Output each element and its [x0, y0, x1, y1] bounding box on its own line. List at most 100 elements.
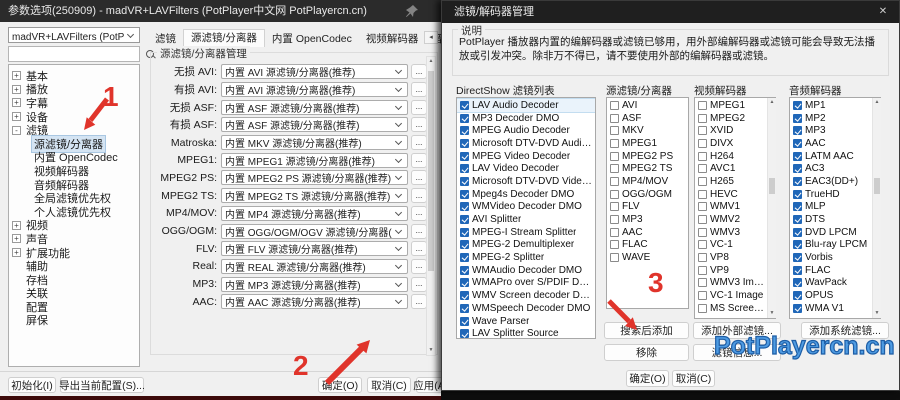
tree-expander-icon[interactable]: + — [12, 112, 21, 122]
scroll-thumb[interactable] — [769, 178, 775, 194]
list-item[interactable]: FLAC — [607, 239, 688, 252]
format-more-button[interactable]: ... — [411, 99, 427, 115]
format-more-button[interactable]: ... — [411, 135, 427, 151]
format-select[interactable]: 内置 REAL 源滤镜/分离器(推荐) — [221, 258, 408, 274]
tab-scroll-left-icon[interactable]: ◂ — [424, 31, 438, 44]
checkbox[interactable] — [460, 151, 469, 161]
checkbox[interactable] — [698, 253, 707, 263]
list-item[interactable]: TrueHD — [790, 188, 880, 201]
list-item[interactable]: AVI Splitter — [457, 213, 595, 226]
checkbox[interactable] — [460, 164, 469, 174]
checkbox[interactable] — [460, 138, 469, 148]
list-item[interactable]: WMV3 — [695, 226, 775, 239]
format-select[interactable]: 内置 MPEG2 PS 源滤镜/分离器(推荐) — [221, 170, 408, 186]
list-item[interactable]: VC-1 — [695, 239, 775, 252]
checkbox[interactable] — [460, 176, 469, 186]
cancel-button[interactable]: 取消(C) — [367, 377, 411, 393]
list-item[interactable]: MP2 — [790, 112, 880, 125]
list-item[interactable]: MS Screen V1 — [695, 302, 775, 315]
dialog-cancel-button[interactable]: 取消(C) — [672, 370, 715, 387]
apply-button[interactable]: 应用(A — [413, 377, 445, 393]
checkbox[interactable] — [793, 303, 802, 313]
list-item[interactable]: H264 — [695, 150, 775, 163]
scroll-up-icon[interactable]: ▲ — [768, 98, 776, 107]
format-select[interactable]: 内置 MP3 源滤镜/分离器(推荐) — [221, 276, 408, 292]
checkbox[interactable] — [610, 227, 619, 237]
dialog-titlebar[interactable]: 滤镜/解码器管理 ✕ — [442, 1, 899, 23]
format-more-button[interactable]: ... — [411, 241, 427, 257]
list-item[interactable]: WMAPro over S/PDIF DMO — [457, 277, 595, 290]
list-item[interactable]: Microsoft DTV-DVD Audio De... — [457, 137, 595, 150]
list-item[interactable]: LAV Splitter Source — [457, 327, 595, 338]
list-item[interactable]: MP3 Decoder DMO — [457, 112, 595, 125]
checkbox[interactable] — [793, 126, 802, 136]
scroll-up-icon[interactable]: ▲ — [427, 57, 435, 66]
checkbox[interactable] — [698, 100, 707, 110]
list-item[interactable]: WMV Screen decoder DMO — [457, 289, 595, 302]
list-item[interactable]: XVID — [695, 124, 775, 137]
checkbox[interactable] — [793, 291, 802, 301]
checkbox[interactable] — [698, 189, 707, 199]
checkbox[interactable] — [698, 126, 707, 136]
checkbox[interactable] — [698, 176, 707, 186]
checkbox[interactable] — [698, 265, 707, 275]
list-item[interactable]: DTS — [790, 213, 880, 226]
tree-expander-icon[interactable]: - — [12, 125, 21, 135]
init-button[interactable]: 初始化(I) — [8, 377, 56, 393]
checkbox[interactable] — [793, 151, 802, 161]
list-item[interactable]: ASF — [607, 112, 688, 125]
checkbox[interactable] — [610, 240, 619, 250]
checkbox[interactable] — [793, 253, 802, 263]
checkbox[interactable] — [793, 138, 802, 148]
checkbox[interactable] — [793, 113, 802, 123]
export-config-button[interactable]: 导出当前配置(S)... — [59, 377, 145, 393]
checkbox[interactable] — [460, 189, 469, 199]
settings-tab[interactable]: 视频解码器 — [359, 31, 426, 47]
scroll-down-icon[interactable]: ▼ — [427, 346, 435, 355]
checkbox[interactable] — [793, 189, 802, 199]
format-more-button[interactable]: ... — [411, 276, 427, 292]
checkbox[interactable] — [460, 278, 469, 288]
scroll-thumb[interactable] — [428, 71, 434, 271]
format-select[interactable]: 内置 MPEG1 源滤镜/分离器(推荐) — [221, 152, 408, 168]
checkbox[interactable] — [793, 240, 802, 250]
checkbox[interactable] — [460, 253, 469, 263]
checkbox[interactable] — [460, 316, 469, 326]
list-item[interactable]: DIVX — [695, 137, 775, 150]
checkbox[interactable] — [793, 265, 802, 275]
list-item[interactable]: LAV Audio Decoder — [457, 98, 595, 113]
checkbox[interactable] — [610, 189, 619, 199]
format-select[interactable]: 内置 AAC 源滤镜/分离器(推荐) — [221, 294, 408, 310]
list-item[interactable]: FLAC — [790, 264, 880, 277]
preset-dropdown[interactable]: madVR+LAVFilters (PotPlayer中 — [8, 27, 140, 43]
checkbox[interactable] — [698, 227, 707, 237]
checkbox[interactable] — [698, 202, 707, 212]
format-select[interactable]: 内置 OGG/OGM/OGV 源滤镜/分离器(推荐) — [221, 223, 408, 239]
checkbox[interactable] — [698, 215, 707, 225]
checkbox[interactable] — [610, 138, 619, 148]
checkbox[interactable] — [698, 278, 707, 288]
checkbox[interactable] — [698, 291, 707, 301]
format-select[interactable]: 内置 MP4 源滤镜/分离器(推荐) — [221, 205, 408, 221]
list-item[interactable]: MLP — [790, 201, 880, 214]
list-item[interactable]: MPEG2 TS — [607, 162, 688, 175]
list-item[interactable]: WMSpeech Decoder DMO — [457, 302, 595, 315]
preferences-titlebar[interactable]: 参数选项(250909) - madVR+LAVFilters (PotPlay… — [0, 0, 441, 22]
format-more-button[interactable]: ... — [411, 170, 427, 186]
list-item[interactable]: MPEG Audio Decoder — [457, 124, 595, 137]
audio-list-scrollbar[interactable]: ▲ ▼ — [872, 98, 881, 318]
list-item[interactable]: AAC — [607, 226, 688, 239]
tree-expander-icon[interactable]: + — [12, 234, 21, 244]
checkbox[interactable] — [610, 113, 619, 123]
list-item[interactable]: WMAudio Decoder DMO — [457, 264, 595, 277]
checkbox[interactable] — [460, 215, 469, 225]
list-item[interactable]: MKV — [607, 124, 688, 137]
checkbox[interactable] — [698, 164, 707, 174]
ok-button[interactable]: 确定(O) — [318, 377, 362, 393]
search-input[interactable] — [9, 48, 146, 60]
list-item[interactable]: MPEG1 — [695, 99, 775, 112]
checkbox[interactable] — [460, 240, 469, 250]
checkbox[interactable] — [460, 291, 469, 301]
list-item[interactable]: VP8 — [695, 251, 775, 264]
format-select[interactable]: 内置 ASF 源滤镜/分离器(推荐) — [221, 99, 408, 115]
